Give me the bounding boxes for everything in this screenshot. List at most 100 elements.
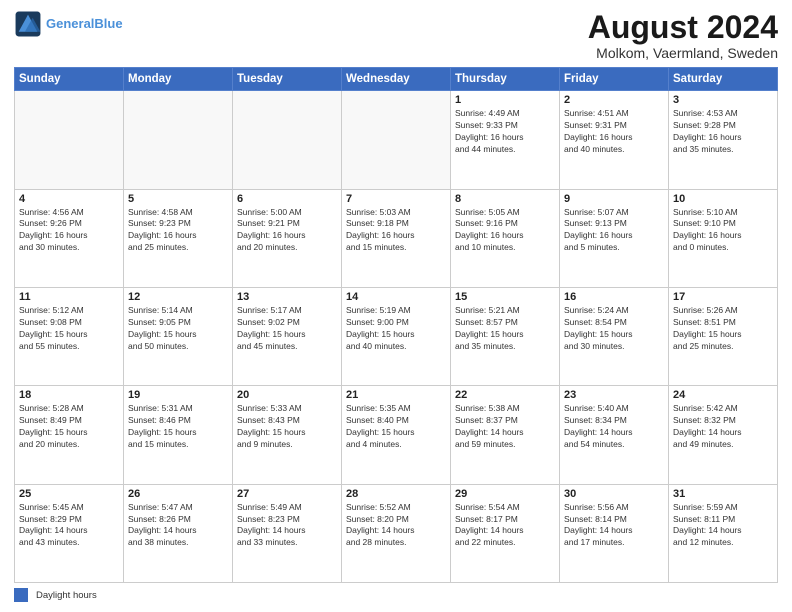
table-row [15, 91, 124, 189]
calendar-week-row: 11 Sunrise: 5:12 AM Sunset: 9:08 PM Dayli… [15, 287, 778, 385]
table-row: 13 Sunrise: 5:17 AM Sunset: 9:02 PM Dayli… [233, 287, 342, 385]
day-info: Sunrise: 5:47 AM Sunset: 8:26 PM Dayligh… [128, 502, 228, 550]
day-info: Sunrise: 5:03 AM Sunset: 9:18 PM Dayligh… [346, 207, 446, 255]
table-row: 8 Sunrise: 5:05 AM Sunset: 9:16 PM Daylig… [451, 189, 560, 287]
logo-text: GeneralBlue [46, 17, 123, 31]
day-info: Sunrise: 4:56 AM Sunset: 9:26 PM Dayligh… [19, 207, 119, 255]
table-row: 16Sunrise: 5:24 AM Sunset: 8:54 PM Dayli… [560, 287, 669, 385]
table-row [342, 91, 451, 189]
calendar-week-row: 1 Sunrise: 4:49 AM Sunset: 9:33 PM Daylig… [15, 91, 778, 189]
day-info: Sunrise: 4:58 AM Sunset: 9:23 PM Dayligh… [128, 207, 228, 255]
main-title: August 2024 [588, 10, 778, 45]
legend: Daylight hours [14, 588, 778, 602]
table-row: 31Sunrise: 5:59 AM Sunset: 8:11 PM Dayli… [669, 484, 778, 582]
title-block: August 2024 Molkom, Vaermland, Sweden [588, 10, 778, 61]
day-info: Sunrise: 5:12 AM Sunset: 9:08 PM Dayligh… [19, 305, 119, 353]
legend-box [14, 588, 28, 602]
page: GeneralBlue August 2024 Molkom, Vaermlan… [0, 0, 792, 612]
day-number: 2 [564, 94, 664, 106]
day-number: 6 [237, 193, 337, 205]
day-number: 11 [19, 291, 119, 303]
day-number: 15 [455, 291, 555, 303]
table-row: 30Sunrise: 5:56 AM Sunset: 8:14 PM Dayli… [560, 484, 669, 582]
day-number: 1 [455, 94, 555, 106]
table-row: 6 Sunrise: 5:00 AM Sunset: 9:21 PM Daylig… [233, 189, 342, 287]
col-thursday: Thursday [451, 68, 560, 91]
table-row: 17Sunrise: 5:26 AM Sunset: 8:51 PM Dayli… [669, 287, 778, 385]
calendar-header-row: Sunday Monday Tuesday Wednesday Thursday… [15, 68, 778, 91]
table-row: 19Sunrise: 5:31 AM Sunset: 8:46 PM Dayli… [124, 386, 233, 484]
day-info: Sunrise: 5:54 AM Sunset: 8:17 PM Dayligh… [455, 502, 555, 550]
day-info: Sunrise: 5:14 AM Sunset: 9:05 PM Dayligh… [128, 305, 228, 353]
table-row: 14 Sunrise: 5:19 AM Sunset: 9:00 PM Dayli… [342, 287, 451, 385]
table-row: 12Sunrise: 5:14 AM Sunset: 9:05 PM Dayli… [124, 287, 233, 385]
col-sunday: Sunday [15, 68, 124, 91]
day-info: Sunrise: 4:49 AM Sunset: 9:33 PM Dayligh… [455, 108, 555, 156]
logo-line1: General [46, 16, 94, 31]
day-number: 5 [128, 193, 228, 205]
table-row: 29 Sunrise: 5:54 AM Sunset: 8:17 PM Dayli… [451, 484, 560, 582]
day-number: 16 [564, 291, 664, 303]
table-row: 3Sunrise: 4:53 AM Sunset: 9:28 PM Daylig… [669, 91, 778, 189]
col-tuesday: Tuesday [233, 68, 342, 91]
day-info: Sunrise: 5:17 AM Sunset: 9:02 PM Dayligh… [237, 305, 337, 353]
day-number: 4 [19, 193, 119, 205]
calendar-week-row: 4 Sunrise: 4:56 AM Sunset: 9:26 PM Daylig… [15, 189, 778, 287]
table-row: 23Sunrise: 5:40 AM Sunset: 8:34 PM Dayli… [560, 386, 669, 484]
day-number: 8 [455, 193, 555, 205]
day-number: 26 [128, 488, 228, 500]
day-info: Sunrise: 5:45 AM Sunset: 8:29 PM Dayligh… [19, 502, 119, 550]
day-info: Sunrise: 5:59 AM Sunset: 8:11 PM Dayligh… [673, 502, 773, 550]
day-info: Sunrise: 5:05 AM Sunset: 9:16 PM Dayligh… [455, 207, 555, 255]
day-number: 22 [455, 389, 555, 401]
day-number: 28 [346, 488, 446, 500]
day-number: 13 [237, 291, 337, 303]
day-number: 23 [564, 389, 664, 401]
logo: GeneralBlue [14, 10, 123, 38]
table-row: 5 Sunrise: 4:58 AM Sunset: 9:23 PM Daylig… [124, 189, 233, 287]
col-wednesday: Wednesday [342, 68, 451, 91]
day-info: Sunrise: 5:19 AM Sunset: 9:00 PM Dayligh… [346, 305, 446, 353]
calendar-week-row: 18 Sunrise: 5:28 AM Sunset: 8:49 PM Dayli… [15, 386, 778, 484]
day-number: 19 [128, 389, 228, 401]
col-saturday: Saturday [669, 68, 778, 91]
day-number: 27 [237, 488, 337, 500]
table-row: 4 Sunrise: 4:56 AM Sunset: 9:26 PM Daylig… [15, 189, 124, 287]
logo-line2: Blue [94, 16, 122, 31]
table-row: 25Sunrise: 5:45 AM Sunset: 8:29 PM Dayli… [15, 484, 124, 582]
day-info: Sunrise: 5:52 AM Sunset: 8:20 PM Dayligh… [346, 502, 446, 550]
header: GeneralBlue August 2024 Molkom, Vaermlan… [14, 10, 778, 61]
day-info: Sunrise: 5:35 AM Sunset: 8:40 PM Dayligh… [346, 403, 446, 451]
day-number: 7 [346, 193, 446, 205]
table-row [233, 91, 342, 189]
day-number: 18 [19, 389, 119, 401]
table-row: 22Sunrise: 5:38 AM Sunset: 8:37 PM Dayli… [451, 386, 560, 484]
table-row: 1 Sunrise: 4:49 AM Sunset: 9:33 PM Daylig… [451, 91, 560, 189]
day-number: 14 [346, 291, 446, 303]
table-row: 18 Sunrise: 5:28 AM Sunset: 8:49 PM Dayli… [15, 386, 124, 484]
day-number: 10 [673, 193, 773, 205]
day-info: Sunrise: 5:42 AM Sunset: 8:32 PM Dayligh… [673, 403, 773, 451]
day-info: Sunrise: 5:49 AM Sunset: 8:23 PM Dayligh… [237, 502, 337, 550]
table-row: 11 Sunrise: 5:12 AM Sunset: 9:08 PM Dayli… [15, 287, 124, 385]
day-number: 24 [673, 389, 773, 401]
day-info: Sunrise: 5:21 AM Sunset: 8:57 PM Dayligh… [455, 305, 555, 353]
table-row: 24 Sunrise: 5:42 AM Sunset: 8:32 PM Dayli… [669, 386, 778, 484]
calendar-table: Sunday Monday Tuesday Wednesday Thursday… [14, 67, 778, 583]
day-number: 29 [455, 488, 555, 500]
table-row: 9 Sunrise: 5:07 AM Sunset: 9:13 PM Daylig… [560, 189, 669, 287]
table-row: 21Sunrise: 5:35 AM Sunset: 8:40 PM Dayli… [342, 386, 451, 484]
legend-label: Daylight hours [36, 590, 97, 601]
day-info: Sunrise: 5:07 AM Sunset: 9:13 PM Dayligh… [564, 207, 664, 255]
table-row: 20Sunrise: 5:33 AM Sunset: 8:43 PM Dayli… [233, 386, 342, 484]
day-number: 20 [237, 389, 337, 401]
day-info: Sunrise: 4:53 AM Sunset: 9:28 PM Dayligh… [673, 108, 773, 156]
table-row: 15 Sunrise: 5:21 AM Sunset: 8:57 PM Dayli… [451, 287, 560, 385]
logo-icon [14, 10, 42, 38]
subtitle: Molkom, Vaermland, Sweden [588, 45, 778, 61]
calendar-week-row: 25Sunrise: 5:45 AM Sunset: 8:29 PM Dayli… [15, 484, 778, 582]
day-info: Sunrise: 5:00 AM Sunset: 9:21 PM Dayligh… [237, 207, 337, 255]
day-number: 9 [564, 193, 664, 205]
day-info: Sunrise: 5:28 AM Sunset: 8:49 PM Dayligh… [19, 403, 119, 451]
day-info: Sunrise: 5:56 AM Sunset: 8:14 PM Dayligh… [564, 502, 664, 550]
